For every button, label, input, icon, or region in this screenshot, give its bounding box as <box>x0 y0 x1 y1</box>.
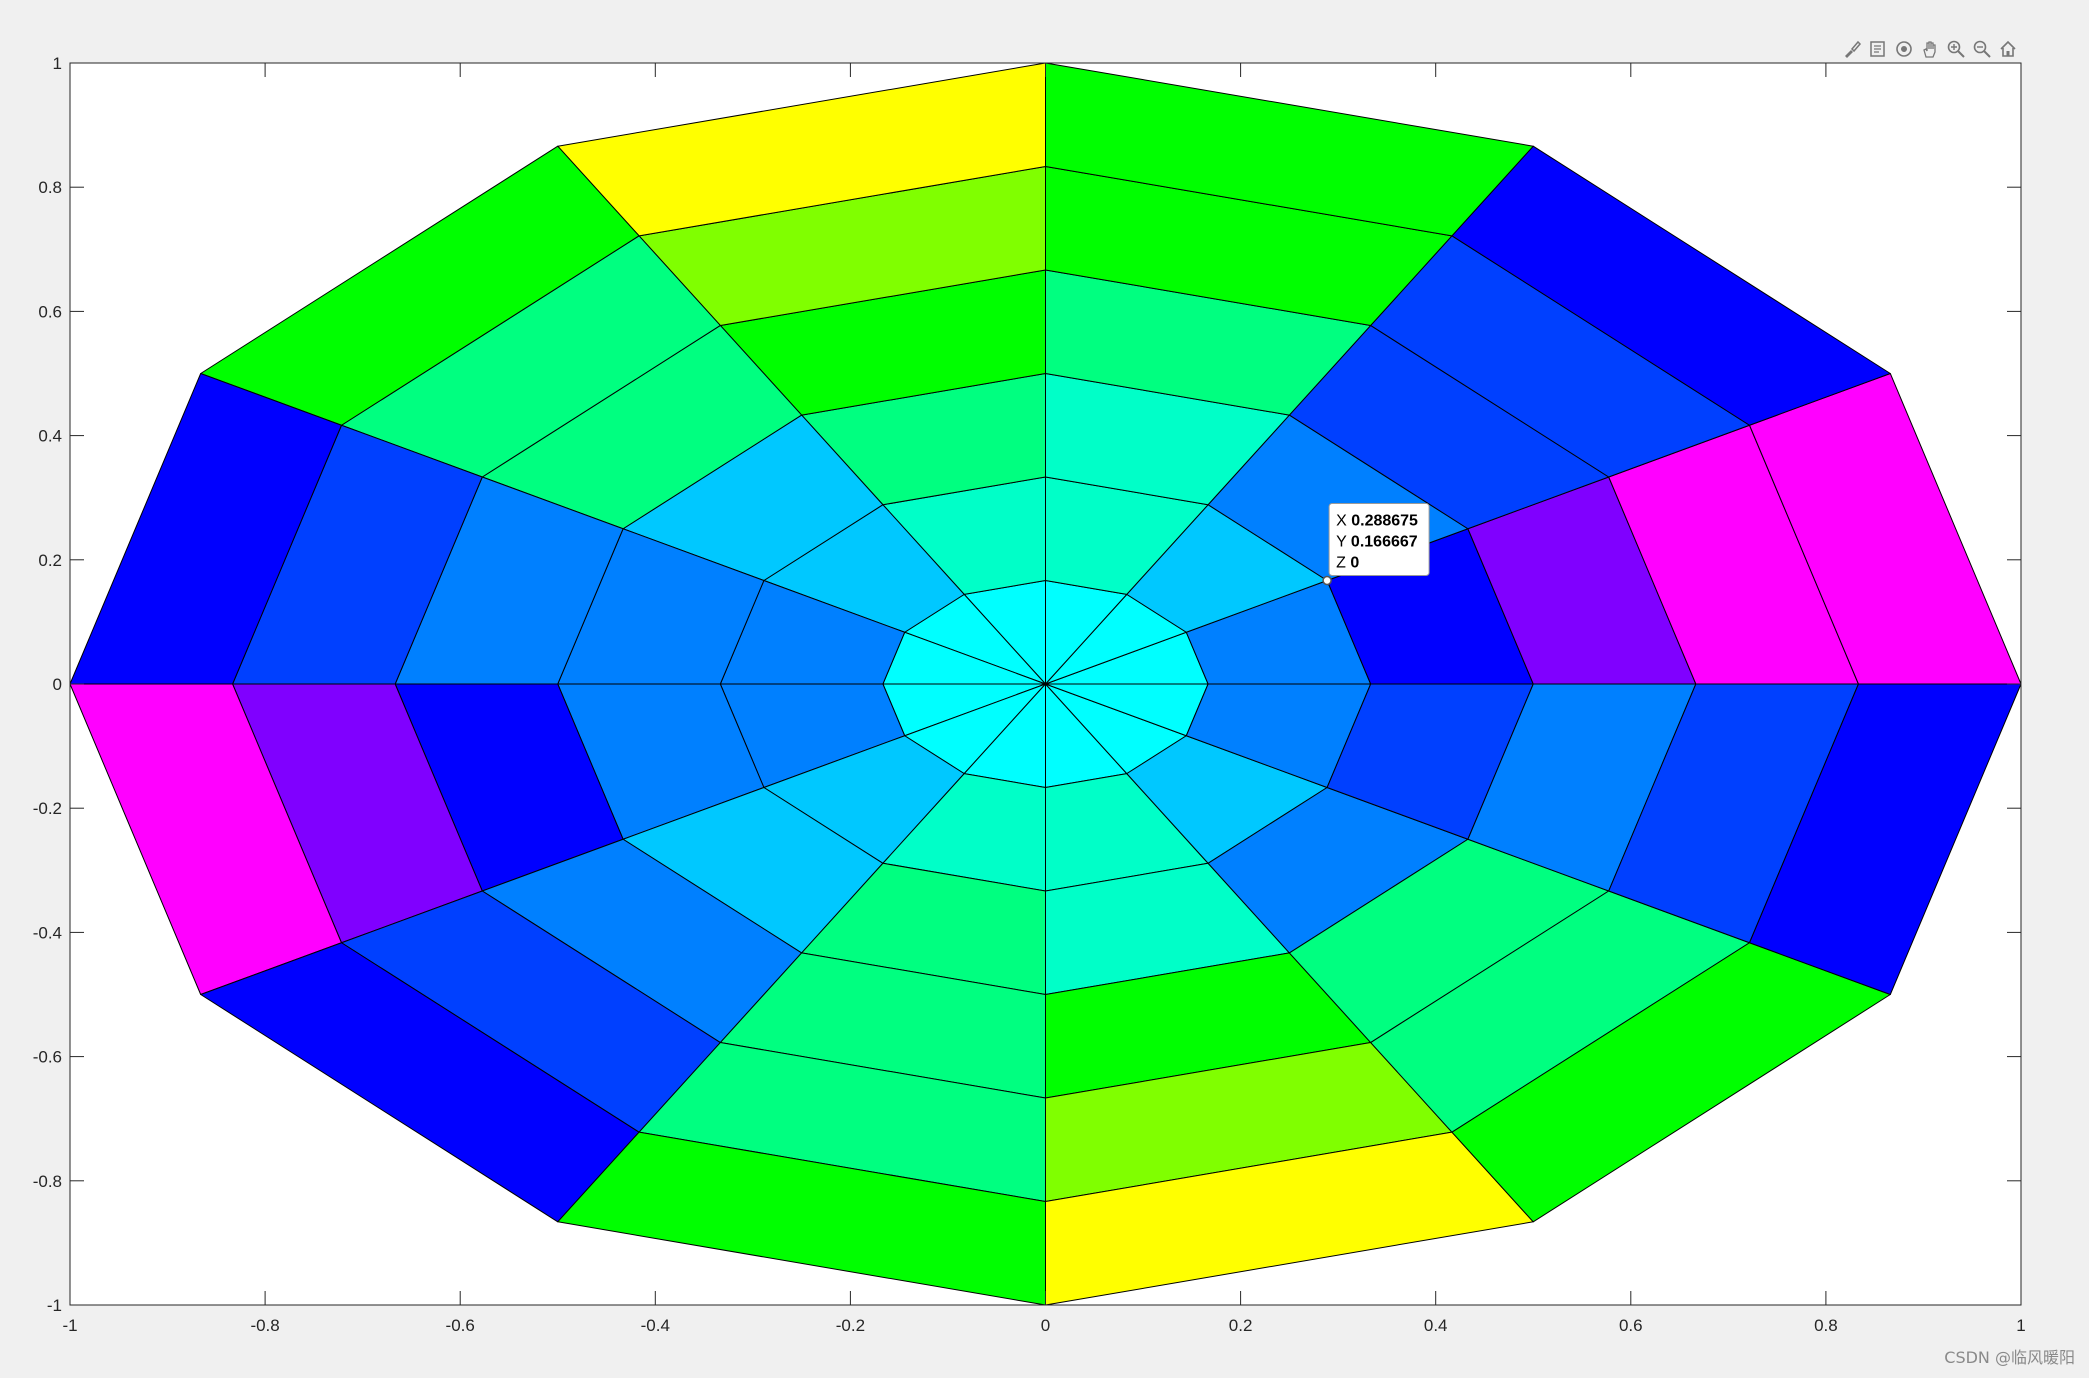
data-tip-value: 0.166667 <box>1351 533 1418 550</box>
pan-hand-icon <box>1923 41 1936 58</box>
figure-canvas: -1 -0.8 -0.6 -0.4 -0.2 0 0.2 0.4 0.6 0.8 1 -1 -0.8 -… <box>33 54 2026 1335</box>
brush-icon <box>1845 40 1862 58</box>
y-tick-label: 0.2 <box>38 551 62 570</box>
data-tip-name: Z <box>1336 554 1350 571</box>
zoom-in-icon <box>1947 40 1965 58</box>
y-tick-label: -0.2 <box>33 799 62 818</box>
watermark: CSDN @临风暖阳 <box>1944 1348 2075 1367</box>
y-tick-label: 1 <box>53 54 62 73</box>
x-tick-label: 0.6 <box>1619 1316 1643 1335</box>
datatip-button[interactable] <box>1866 37 1890 61</box>
home-button[interactable] <box>1996 37 2020 61</box>
y-tick-label: 0.8 <box>38 178 62 197</box>
x-tick-label: 0.2 <box>1229 1316 1253 1335</box>
x-tick-label: -0.2 <box>836 1316 865 1335</box>
y-tick-label: 0.6 <box>38 302 62 321</box>
rotate-3d-button[interactable] <box>1892 37 1916 61</box>
data-tip-value: 0.288675 <box>1351 512 1418 529</box>
axes-toolbar <box>1840 36 2020 62</box>
y-tick-label: -0.6 <box>33 1048 62 1067</box>
brush-button[interactable] <box>1840 37 1864 61</box>
x-tick-label: -0.8 <box>250 1316 279 1335</box>
pan-button[interactable] <box>1918 37 1942 61</box>
y-tick-label: -0.8 <box>33 1172 62 1191</box>
home-icon <box>2000 40 2016 57</box>
zoom-out-icon <box>1973 40 1991 58</box>
data-tip-marker[interactable] <box>1322 575 1332 586</box>
y-tick-label: 0 <box>53 675 62 694</box>
datatip-icon <box>1870 41 1885 57</box>
x-tick-label: 0.4 <box>1424 1316 1448 1335</box>
x-tick-label: -0.6 <box>446 1316 475 1335</box>
x-tick-label: 0 <box>1041 1316 1050 1335</box>
x-tick-label: -1 <box>62 1316 77 1335</box>
zoom-out-button[interactable] <box>1970 37 1994 61</box>
data-tip-name: Y <box>1336 533 1351 550</box>
y-tick-label: -1 <box>47 1296 62 1315</box>
data-tip-line: Y 0.166667 <box>1336 533 1418 550</box>
x-tick-label: 0.8 <box>1814 1316 1838 1335</box>
rotate-3d-icon <box>1896 41 1912 57</box>
x-tick-label: -0.4 <box>641 1316 670 1335</box>
data-tip-value: 0 <box>1350 554 1359 571</box>
data-tip-name: X <box>1336 512 1351 529</box>
data-tip-line: Z 0 <box>1336 554 1359 571</box>
zoom-in-button[interactable] <box>1944 37 1968 61</box>
x-tick-label: 1 <box>2016 1316 2025 1335</box>
data-tip-line: X 0.288675 <box>1336 512 1418 529</box>
y-tick-label: 0.4 <box>38 427 62 446</box>
y-tick-label: -0.4 <box>33 923 62 942</box>
data-tip[interactable]: X 0.288675Y 0.166667Z 0 <box>1322 502 1430 586</box>
